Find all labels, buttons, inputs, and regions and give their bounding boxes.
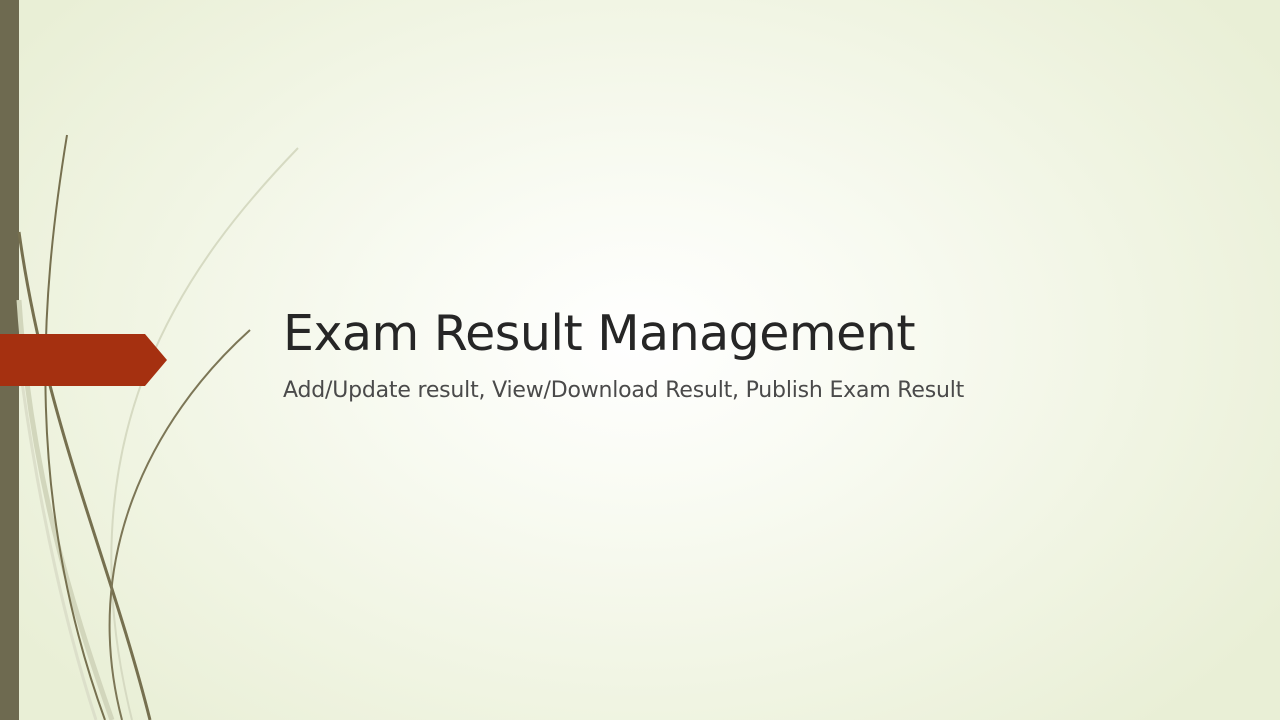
dark-curve-2 — [17, 231, 152, 720]
light-curve-1 — [110, 147, 299, 720]
slide-subtitle: Add/Update result, View/Download Result,… — [283, 378, 965, 403]
red-arrow-shape — [0, 334, 167, 386]
slide: Exam Result Management Add/Update result… — [0, 0, 1280, 720]
dark-curve-3 — [108, 329, 251, 720]
slide-title: Exam Result Management — [283, 305, 916, 362]
decorative-curves — [0, 134, 299, 720]
dark-curve-1 — [44, 134, 106, 720]
